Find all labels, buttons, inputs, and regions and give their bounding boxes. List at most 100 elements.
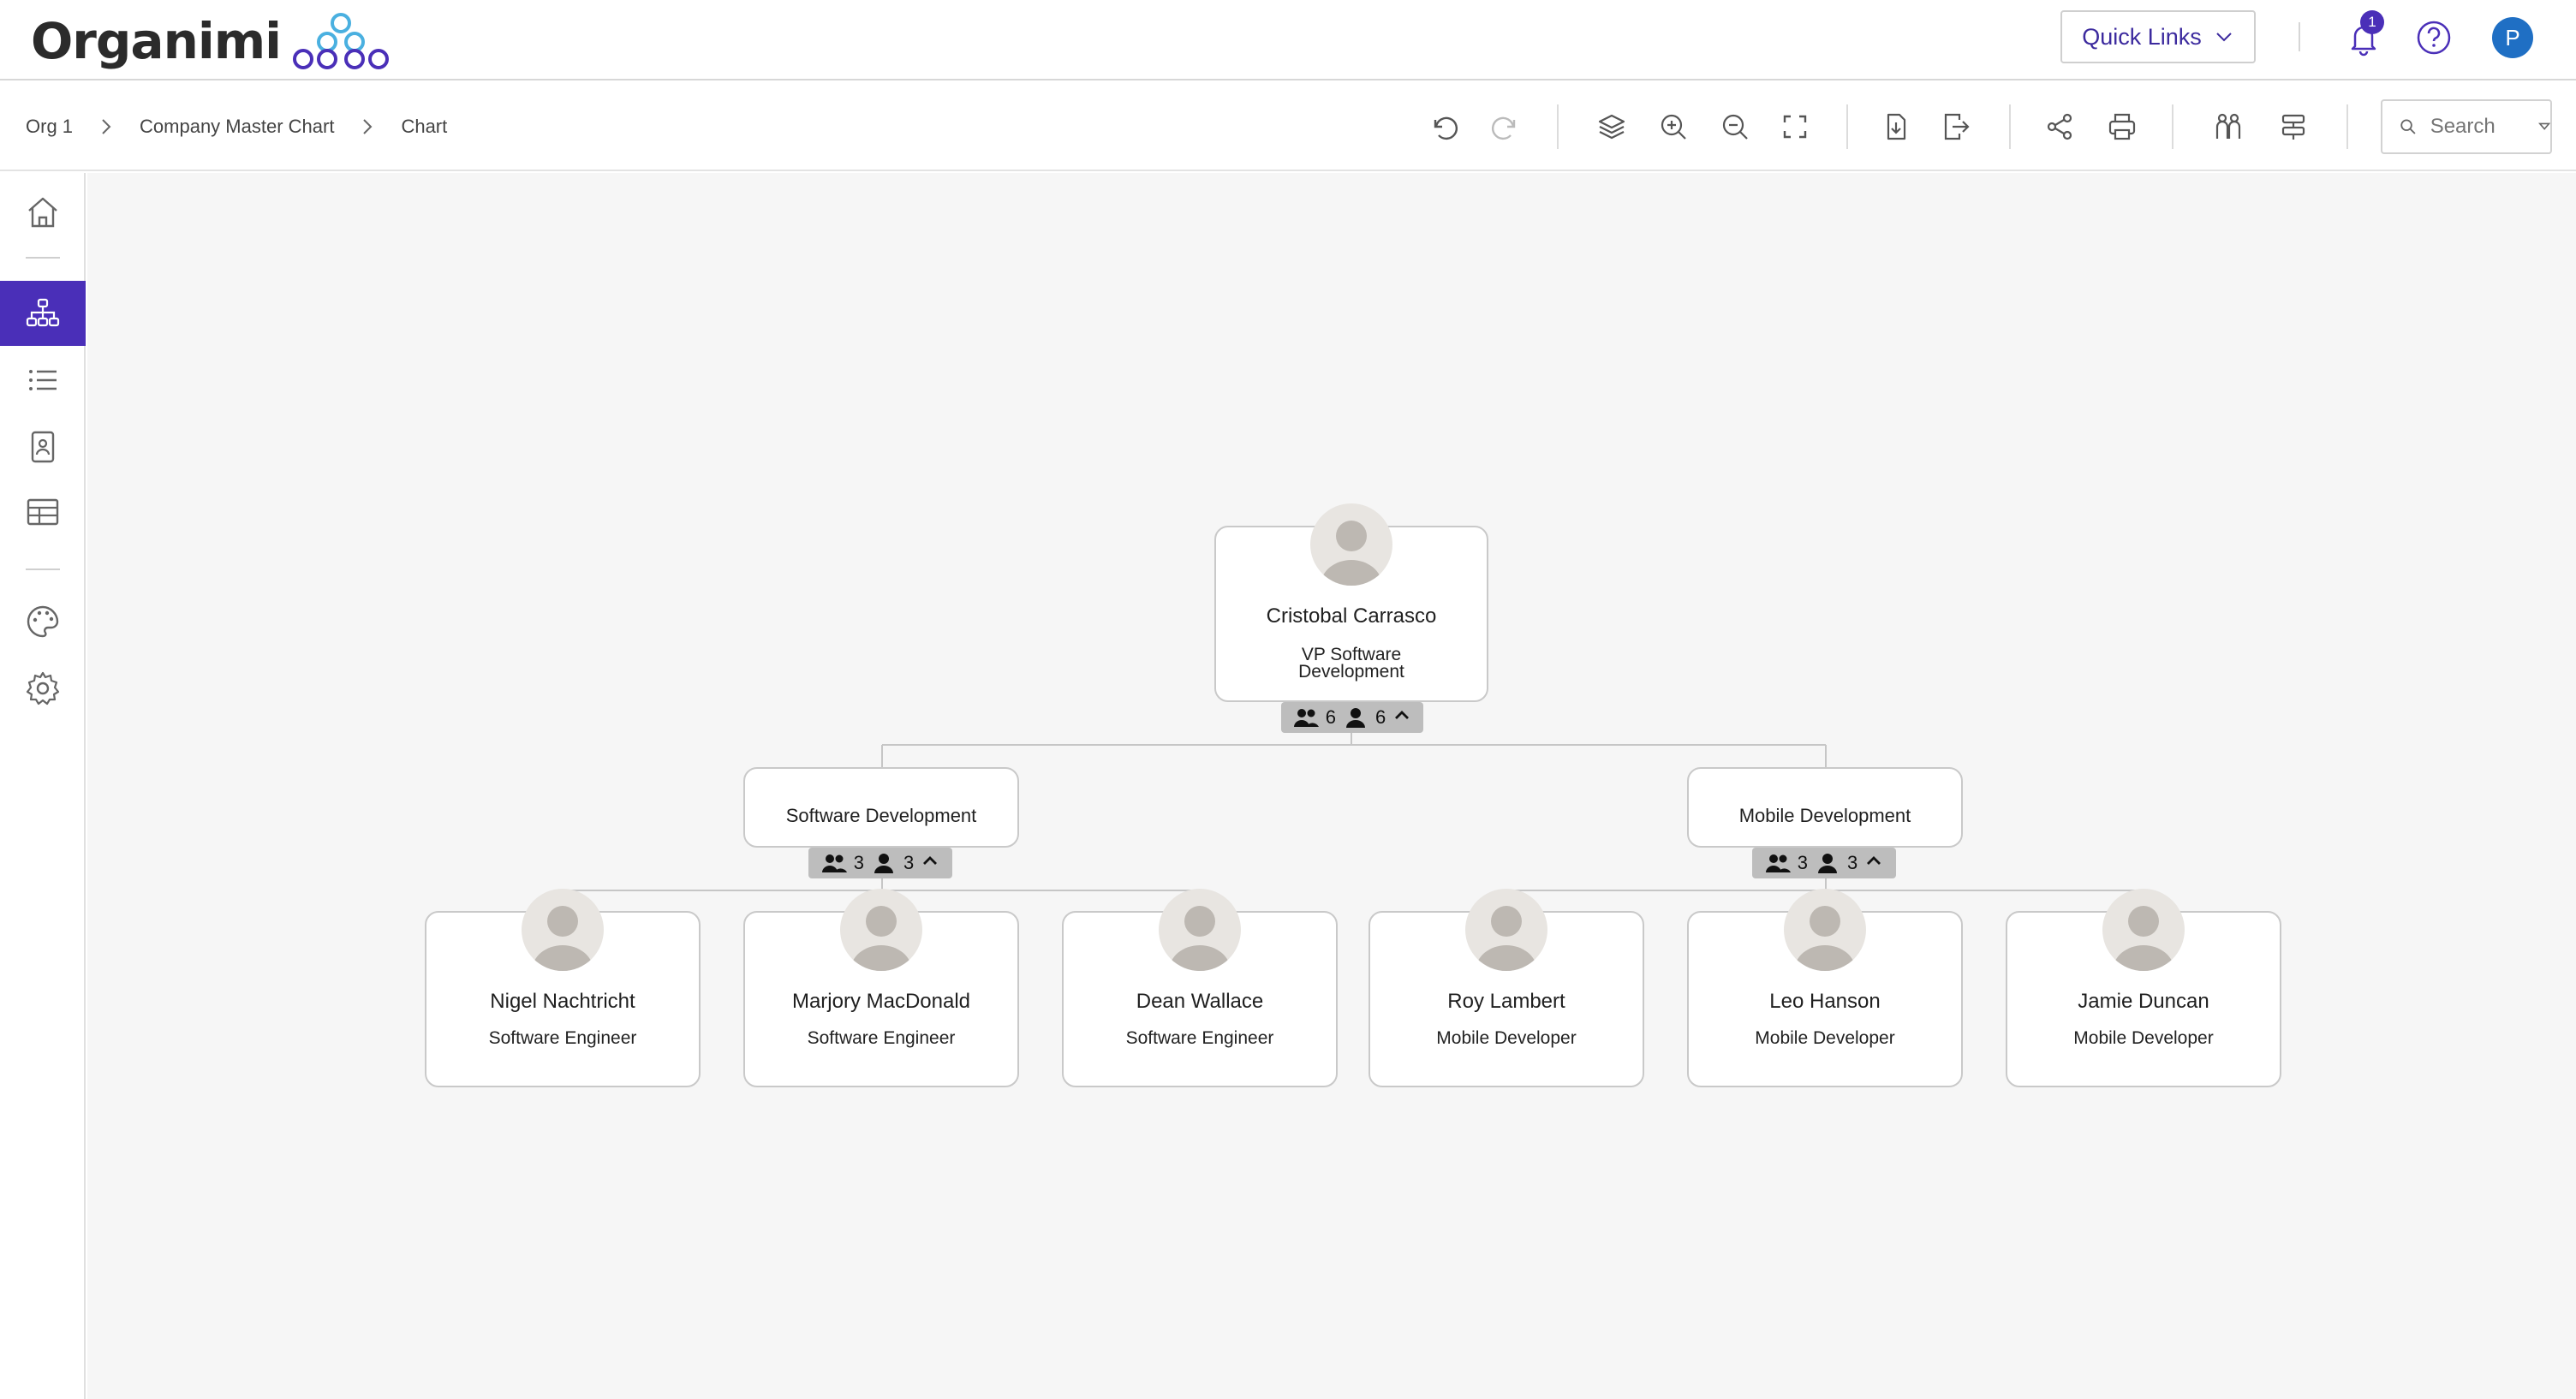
- toolbar-divider: [2346, 104, 2348, 149]
- search-box[interactable]: [2381, 99, 2552, 154]
- layers-button[interactable]: [1593, 108, 1631, 146]
- import-button[interactable]: [1877, 108, 1915, 146]
- sidebar-divider: [26, 569, 60, 570]
- quick-links-button[interactable]: Quick Links: [2060, 10, 2256, 63]
- chevron-right-icon: [98, 117, 114, 136]
- share-icon: [2047, 113, 2072, 140]
- person-name: Jamie Duncan: [2078, 990, 2209, 1013]
- person-title: Mobile Developer: [1755, 1028, 1895, 1048]
- subordinate-counter[interactable]: 3 3: [1752, 848, 1896, 878]
- avatar: [1159, 889, 1241, 971]
- help-icon[interactable]: [2415, 19, 2453, 57]
- person-placeholder-icon: [850, 906, 912, 971]
- sidebar-item-home[interactable]: [0, 180, 86, 245]
- department-card-mobile[interactable]: Mobile Development: [1687, 767, 1963, 848]
- search-input[interactable]: [2430, 115, 2525, 139]
- person-title-line2: Development: [1298, 662, 1404, 682]
- chevron-down-icon: [2216, 33, 2232, 42]
- people-count: 3: [903, 852, 915, 873]
- layout-button[interactable]: [2275, 108, 2312, 146]
- share-button[interactable]: [2042, 108, 2079, 146]
- header-divider: [2299, 22, 2300, 51]
- person-icon: [1818, 854, 1837, 873]
- sidebar-item-table[interactable]: [0, 479, 86, 545]
- person-card[interactable]: Leo Hanson Mobile Developer: [1687, 889, 1963, 1087]
- person-name: Marjory MacDonald: [791, 990, 971, 1013]
- person-title: Software Engineer: [1125, 1028, 1274, 1048]
- fit-to-screen-button[interactable]: [1776, 108, 1814, 146]
- organimi-logo[interactable]: Organimi: [31, 7, 391, 75]
- sidebar-divider: [26, 257, 60, 259]
- zoom-in-icon: [1661, 114, 1686, 140]
- breadcrumb-master-chart[interactable]: Company Master Chart: [140, 116, 334, 138]
- person-icon: [1346, 708, 1365, 728]
- person-card[interactable]: Dean Wallace Software Engineer: [1062, 889, 1338, 1087]
- list-icon: [29, 370, 57, 390]
- undo-button[interactable]: [1425, 108, 1463, 146]
- person-placeholder-icon: [1169, 906, 1231, 971]
- person-title: Mobile Developer: [2073, 1028, 2214, 1048]
- org-card-root[interactable]: Cristobal Carrasco VP Software Developme…: [1214, 503, 1488, 702]
- export-button[interactable]: [1937, 108, 1975, 146]
- chevron-up-icon[interactable]: [1392, 705, 1411, 729]
- person-card[interactable]: Marjory MacDonald Software Engineer: [743, 889, 1019, 1087]
- person-card[interactable]: Roy Lambert Mobile Developer: [1368, 889, 1644, 1087]
- group-icon: [1293, 709, 1319, 727]
- person-title: Mobile Developer: [1436, 1028, 1577, 1048]
- logo-text: Organimi: [31, 12, 282, 70]
- subordinate-counter[interactable]: 6 6: [1281, 702, 1423, 733]
- contact-card-icon: [31, 431, 55, 463]
- chart-connectors: [561, 733, 2144, 911]
- chevron-up-icon[interactable]: [1864, 851, 1883, 875]
- sidebar-item-chart[interactable]: [0, 281, 86, 346]
- person-placeholder-icon: [1476, 906, 1537, 971]
- redo-button[interactable]: [1487, 108, 1524, 146]
- org-chart-canvas[interactable]: Cristobal Carrasco VP Software Developme…: [87, 173, 2576, 1399]
- person-icon: [874, 854, 893, 873]
- layers-icon: [1598, 114, 1625, 140]
- team-count: 6: [1325, 706, 1336, 728]
- avatar: [522, 889, 604, 971]
- file-download-icon: [1887, 113, 1906, 140]
- print-icon: [2108, 113, 2136, 140]
- quick-links-label: Quick Links: [2082, 23, 2202, 50]
- person-card[interactable]: Nigel Nachtricht Software Engineer: [425, 889, 701, 1087]
- gear-icon: [26, 671, 60, 705]
- sidebar-item-directory[interactable]: [0, 414, 86, 479]
- zoom-out-button[interactable]: [1716, 108, 1754, 146]
- caret-down-icon[interactable]: [2537, 121, 2550, 133]
- user-avatar[interactable]: P: [2492, 17, 2533, 58]
- team-count: 3: [1797, 852, 1808, 873]
- person-placeholder-icon: [532, 906, 593, 971]
- department-card-software[interactable]: Software Development: [743, 767, 1019, 848]
- breadcrumb-org[interactable]: Org 1: [26, 116, 73, 138]
- palette-icon: [27, 605, 59, 638]
- person-name: Dean Wallace: [1136, 990, 1264, 1013]
- subordinate-counter[interactable]: 3 3: [808, 848, 952, 878]
- person-name: Nigel Nachtricht: [490, 990, 635, 1013]
- person-card[interactable]: Jamie Duncan Mobile Developer: [2006, 889, 2281, 1087]
- toolbar-divider: [1557, 104, 1559, 149]
- home-icon: [28, 197, 57, 228]
- avatar: [2102, 889, 2185, 971]
- people-count: 6: [1375, 706, 1386, 728]
- sidebar-item-list[interactable]: [0, 348, 86, 413]
- department-name: Mobile Development: [1738, 805, 1911, 826]
- table-icon: [27, 498, 59, 526]
- redo-icon: [1491, 116, 1516, 140]
- sidebar-item-themes[interactable]: [0, 589, 86, 654]
- zoom-in-button[interactable]: [1655, 108, 1692, 146]
- layout-icon: [2281, 114, 2305, 140]
- breadcrumb: Org 1 Company Master Chart Chart: [26, 82, 447, 171]
- chevron-up-icon[interactable]: [921, 851, 939, 875]
- print-button[interactable]: [2103, 108, 2141, 146]
- fullscreen-icon: [1783, 115, 1807, 139]
- group-icon: [1765, 854, 1791, 872]
- sidebar-item-settings[interactable]: [0, 656, 86, 721]
- toolbar-divider: [2172, 104, 2174, 149]
- people-icon: [2215, 113, 2241, 139]
- people-view-button[interactable]: [2209, 108, 2247, 146]
- export-icon: [1944, 113, 1970, 140]
- chevron-right-icon: [360, 117, 375, 136]
- toolbar-divider: [2009, 104, 2011, 149]
